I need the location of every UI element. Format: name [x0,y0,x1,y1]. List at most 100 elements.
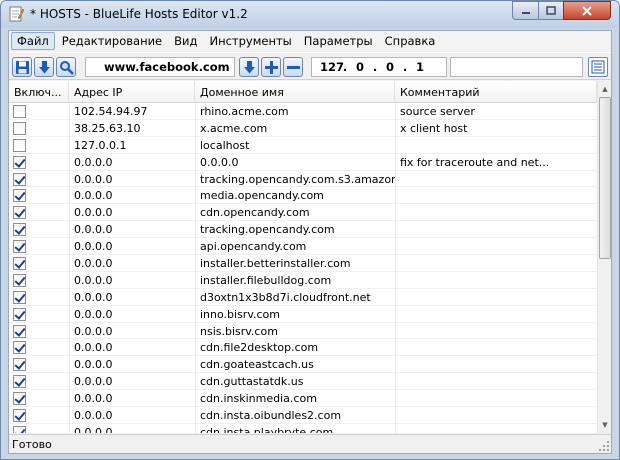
enabled-cell [9,339,69,356]
table-row[interactable]: 0.0.0.0 d3oxtn1x3b8d7i.cloudfront.net [9,289,597,306]
comment-cell [395,323,597,340]
menu-settings[interactable]: Параметры [299,32,378,50]
enabled-cell [9,120,69,137]
enabled-cell [9,187,69,204]
table-row[interactable]: 127.0.0.1 localhost [9,137,597,154]
column-header-domain[interactable]: Доменное имя [195,81,395,103]
save-button[interactable] [12,57,32,77]
comment-cell [395,289,597,306]
ip-address-input[interactable]: 127. 0. 0. 1 [311,57,447,77]
column-header-enabled[interactable]: Включ... [9,81,69,103]
resize-grip-icon[interactable] [598,440,610,452]
ip-cell: 0.0.0.0 [74,240,113,254]
enabled-checkbox[interactable] [13,392,26,406]
table-row[interactable]: 0.0.0.0 tracking.opencandy.com [9,221,597,239]
enabled-checkbox[interactable] [13,425,26,433]
menu-edit[interactable]: Редактирование [57,32,167,50]
enabled-checkbox[interactable] [13,358,26,372]
maximize-button[interactable] [538,1,564,20]
comment-cell [395,238,597,255]
move-down-button[interactable] [239,57,259,77]
table-row[interactable]: 38.25.63.10 x.acme.com x client host [9,120,597,137]
scroll-down-arrow-icon[interactable]: ▼ [599,418,611,432]
column-header-comment[interactable]: Комментарий [395,81,597,103]
list-view-button[interactable] [588,57,608,77]
enabled-checkbox[interactable] [13,307,26,321]
enabled-checkbox[interactable] [13,138,26,152]
enabled-checkbox[interactable] [13,273,26,287]
table-row[interactable]: 0.0.0.0 media.opencandy.com [9,187,597,205]
notepad-icon [9,6,24,22]
domain-cell: installer.betterinstaller.com [200,256,351,270]
table-row[interactable]: 102.54.94.97 rhino.acme.com source server [9,103,597,120]
client-area: Файл Редактирование Вид Инструменты Пара… [8,30,612,454]
table-row[interactable]: 0.0.0.0 cdn.inskinmedia.com [9,390,597,408]
title-bar[interactable]: * HOSTS - BlueLife Hosts Editor v1.2 [1,1,619,28]
enabled-cell [9,221,69,238]
table-row[interactable]: 0.0.0.0 nsis.bisrv.com [9,323,597,340]
table-row[interactable]: 0.0.0.0 cdn.insta.oibundles2.com [9,407,597,424]
domain-cell: rhino.acme.com [200,104,289,118]
enabled-cell [9,289,69,306]
table-row[interactable]: 0.0.0.0 0.0.0.0 fix for traceroute and net… [9,154,597,171]
table-row[interactable]: 0.0.0.0 installer.filebulldog.com [9,272,597,289]
enabled-checkbox[interactable] [13,223,26,237]
menu-file[interactable]: Файл [11,32,55,50]
list-view-icon [591,60,605,74]
table-row[interactable]: 0.0.0.0 tracking.opencandy.com.s3.amazon.… [9,171,597,188]
enabled-checkbox[interactable] [13,104,26,118]
domain-input[interactable]: www.facebook.com [85,57,235,77]
ip-cell: 0.0.0.0 [74,324,113,338]
comment-cell: x client host [400,121,468,135]
enabled-checkbox[interactable] [13,290,26,304]
domain-cell: nsis.bisrv.com [200,324,278,338]
enabled-checkbox[interactable] [13,189,26,203]
menu-help[interactable]: Справка [380,32,441,50]
comment-cell [395,272,597,289]
enabled-checkbox[interactable] [13,408,26,422]
enabled-checkbox[interactable] [13,172,26,186]
enabled-checkbox[interactable] [13,256,26,270]
enabled-checkbox[interactable] [13,240,26,254]
comment-input[interactable] [450,57,583,77]
enabled-checkbox[interactable] [13,121,26,135]
search-button[interactable] [56,57,76,77]
enabled-checkbox[interactable] [13,375,26,389]
enabled-checkbox[interactable] [13,155,26,169]
table-row[interactable]: 0.0.0.0 cdn.guttastatdk.us [9,373,597,391]
vertical-scrollbar[interactable]: ▲ ▼ [597,81,611,433]
enabled-cell [9,306,69,323]
ip-cell: 0.0.0.0 [74,408,113,422]
comment-cell [395,204,597,221]
remove-button[interactable] [283,57,303,77]
ip-cell: 0.0.0.0 [74,307,113,321]
ip-cell: 0.0.0.0 [74,375,113,389]
table-row[interactable]: 0.0.0.0 installer.betterinstaller.com [9,255,597,272]
menu-tools[interactable]: Инструменты [204,32,296,50]
enabled-checkbox[interactable] [13,206,26,220]
domain-cell: cdn.goateastcach.us [200,358,314,372]
table-row[interactable]: 0.0.0.0 api.opencandy.com [9,238,597,256]
menu-view[interactable]: Вид [169,32,202,50]
enabled-checkbox[interactable] [13,324,26,338]
enabled-checkbox[interactable] [13,341,26,355]
search-icon [59,60,74,75]
status-bar: Готово [9,434,611,453]
table-row[interactable]: 0.0.0.0 cdn.goateastcach.us [9,356,597,374]
table-row[interactable]: 0.0.0.0 cdn.opencandy.com [9,204,597,222]
scroll-up-arrow-icon[interactable]: ▲ [599,82,611,96]
list-header: Включ... Адрес IP Доменное имя Комментар… [9,81,597,103]
domain-cell: cdn.inskinmedia.com [200,392,317,406]
table-row[interactable]: 0.0.0.0 cdn.file2desktop.com [9,339,597,357]
domain-cell: tracking.opencandy.com.s3.amazon... [200,172,395,186]
table-row[interactable]: 0.0.0.0 cdn.insta.playbryte.com [9,424,597,433]
table-row[interactable]: 0.0.0.0 inno.bisrv.com [9,306,597,323]
close-button[interactable] [563,1,611,20]
column-header-ip[interactable]: Адрес IP [69,81,195,103]
ip-dot: . [342,60,348,74]
add-button[interactable] [261,57,281,77]
domain-cell: x.acme.com [200,121,268,135]
minimize-button[interactable] [512,1,539,20]
download-button[interactable] [34,57,54,77]
scrollbar-thumb[interactable] [599,97,611,259]
